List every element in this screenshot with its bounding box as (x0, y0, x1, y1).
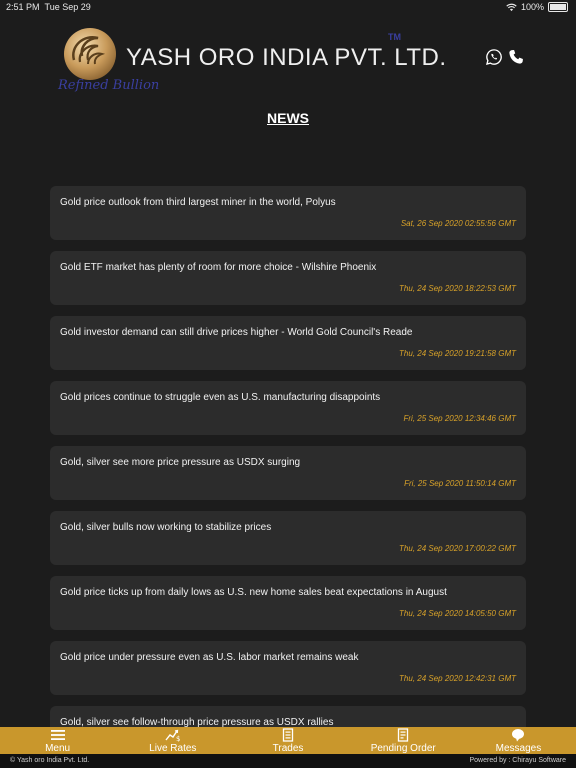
footer-bar: © Yash oro India Pvt. Ltd. Powered by : … (0, 754, 576, 768)
battery-percent: 100% (520, 2, 544, 12)
status-bar: 2:51 PM Tue Sep 29 100% (0, 0, 576, 14)
battery-icon (548, 2, 568, 12)
status-right: 100% (506, 2, 568, 12)
trades-icon (282, 728, 294, 742)
nav-live-rates[interactable]: $ Live Rates (115, 727, 230, 754)
nav-messages-label: Messages (495, 743, 542, 754)
page-title: NEWS (267, 110, 309, 126)
news-item[interactable]: Gold price outlook from third largest mi… (50, 186, 526, 240)
app-header: YASH ORO INDIA PVT. LTD. TM Refined Bull… (0, 14, 576, 104)
news-date: Thu, 24 Sep 2020 17:00:22 GMT (399, 544, 516, 553)
brand-name: YASH ORO INDIA PVT. LTD. (126, 44, 447, 71)
nav-pending-order[interactable]: Pending Order (346, 727, 461, 754)
nav-messages[interactable]: Messages (461, 727, 576, 754)
news-item[interactable]: Gold price under pressure even as U.S. l… (50, 641, 526, 695)
news-item[interactable]: Gold investor demand can still drive pri… (50, 316, 526, 370)
message-bubble-icon (512, 729, 525, 742)
news-title: Gold price outlook from third largest mi… (60, 197, 336, 208)
trademark-label: TM (388, 32, 401, 42)
news-item[interactable]: Gold prices continue to struggle even as… (50, 381, 526, 435)
menu-icon (50, 730, 65, 740)
news-title: Gold prices continue to struggle even as… (60, 392, 381, 403)
news-title: Gold, silver see more price pressure as … (60, 457, 301, 468)
nav-trades-label: Trades (272, 743, 304, 754)
bottom-nav: Menu $ Live Rates Trades Pending Order M… (0, 727, 576, 754)
news-item[interactable]: Gold, silver see more price pressure as … (50, 446, 526, 500)
news-item[interactable]: Gold price ticks up from daily lows as U… (50, 576, 526, 630)
news-date: Fri, 25 Sep 2020 12:34:46 GMT (403, 414, 516, 423)
news-item[interactable]: Gold ETF market has plenty of room for m… (50, 251, 526, 305)
news-date: Thu, 24 Sep 2020 12:42:31 GMT (399, 674, 516, 683)
news-date: Thu, 24 Sep 2020 14:05:50 GMT (399, 609, 516, 618)
wifi-icon (506, 3, 517, 11)
copyright-text: © Yash oro India Pvt. Ltd. (10, 757, 90, 764)
status-time: 2:51 PM Tue Sep 29 (6, 2, 91, 12)
news-title: Gold, silver bulls now working to stabil… (60, 522, 272, 533)
news-date: Fri, 25 Sep 2020 11:50:14 GMT (404, 479, 516, 488)
live-rates-icon: $ (165, 729, 180, 742)
nav-menu[interactable]: Menu (0, 727, 115, 754)
news-title: Gold investor demand can still drive pri… (60, 327, 413, 338)
news-item[interactable]: Gold, silver bulls now working to stabil… (50, 511, 526, 565)
svg-text:$: $ (176, 735, 180, 742)
news-date: Sat, 26 Sep 2020 02:55:56 GMT (400, 219, 516, 228)
nav-trades[interactable]: Trades (230, 727, 345, 754)
nav-pending-order-label: Pending Order (370, 743, 436, 754)
pending-order-icon (398, 728, 409, 742)
powered-by-text: Powered by : Chirayu Software (469, 757, 567, 764)
nav-menu-label: Menu (45, 743, 71, 754)
brand-tagline: Refined Bullion (58, 78, 160, 93)
news-title: Gold price ticks up from daily lows as U… (60, 587, 447, 598)
news-title: Gold ETF market has plenty of room for m… (60, 262, 377, 273)
nav-live-rates-label: Live Rates (149, 743, 197, 754)
news-title: Gold price under pressure even as U.S. l… (60, 652, 359, 663)
news-date: Thu, 24 Sep 2020 19:21:58 GMT (399, 349, 516, 358)
phone-icon[interactable] (507, 48, 525, 66)
whatsapp-icon[interactable] (485, 48, 503, 66)
news-date: Thu, 24 Sep 2020 18:22:53 GMT (399, 284, 516, 293)
